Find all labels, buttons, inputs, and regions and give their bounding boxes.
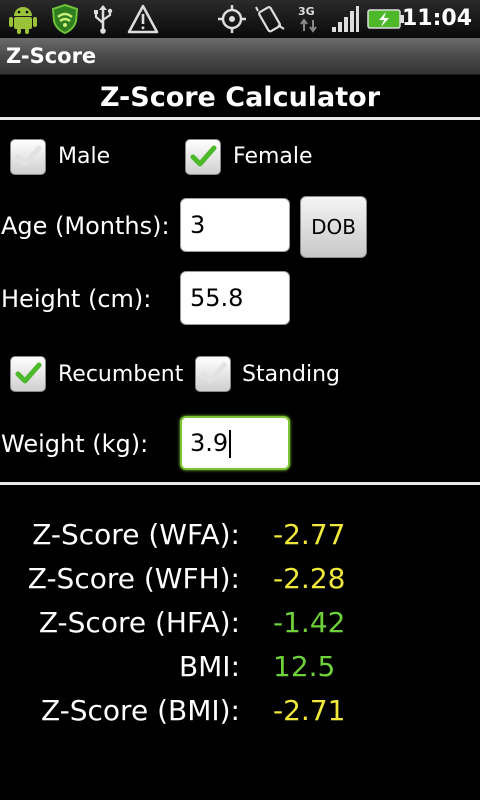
result-value-hfa: -1.42	[273, 606, 346, 639]
weight-value: 3.9	[190, 429, 229, 457]
signal-icon	[330, 3, 360, 35]
weight-input[interactable]: 3.9	[180, 416, 290, 470]
result-value-wfa: -2.77	[273, 518, 346, 551]
text-caret	[229, 430, 232, 458]
result-label-hfa: Z-Score (HFA):	[38, 606, 240, 639]
height-label: Height (cm):	[1, 285, 152, 313]
weight-label: Weight (kg):	[1, 430, 149, 458]
recumbent-label: Recumbent	[58, 362, 184, 387]
recumbent-checkbox[interactable]	[10, 356, 46, 392]
gps-icon	[215, 3, 249, 35]
app-title-bar: Z-Score	[0, 38, 480, 75]
svg-text:3G: 3G	[298, 5, 315, 18]
page-title: Z-Score Calculator	[99, 82, 381, 113]
male-checkbox[interactable]	[10, 139, 46, 175]
age-label: Age (Months):	[1, 212, 170, 240]
rotate-icon	[253, 3, 287, 35]
battery-icon	[366, 3, 406, 35]
female-checkbox[interactable]	[185, 139, 221, 175]
status-time: 11:04	[401, 6, 472, 31]
warning-icon	[126, 3, 160, 35]
shield-icon	[48, 3, 82, 35]
check-icon	[15, 145, 42, 167]
height-input[interactable]: 55.8	[180, 271, 290, 325]
result-value-bmi-zscore: -2.71	[273, 694, 346, 727]
result-value-bmi: 12.5	[273, 650, 336, 683]
age-input[interactable]: 3	[180, 198, 290, 252]
result-label-wfa: Z-Score (WFA):	[32, 518, 240, 551]
standing-checkbox[interactable]	[195, 356, 231, 392]
results-divider	[0, 482, 480, 485]
app-title: Z-Score	[6, 44, 97, 68]
usb-icon	[88, 3, 118, 35]
check-icon	[190, 145, 217, 167]
check-icon	[15, 362, 42, 384]
male-label: Male	[58, 144, 111, 169]
result-label-wfh: Z-Score (WFH):	[27, 562, 240, 595]
top-divider	[0, 117, 480, 120]
dob-button[interactable]: DOB	[300, 196, 367, 258]
result-label-bmi: BMI:	[178, 650, 240, 683]
female-label: Female	[233, 144, 313, 169]
result-label-bmi-zscore: Z-Score (BMI):	[40, 694, 240, 727]
check-icon	[200, 362, 227, 384]
result-value-wfh: -2.28	[273, 562, 346, 595]
standing-label: Standing	[242, 362, 341, 387]
status-bar: 3G 11:04	[0, 0, 480, 38]
android-icon	[6, 3, 40, 35]
3g-icon: 3G	[296, 3, 322, 35]
